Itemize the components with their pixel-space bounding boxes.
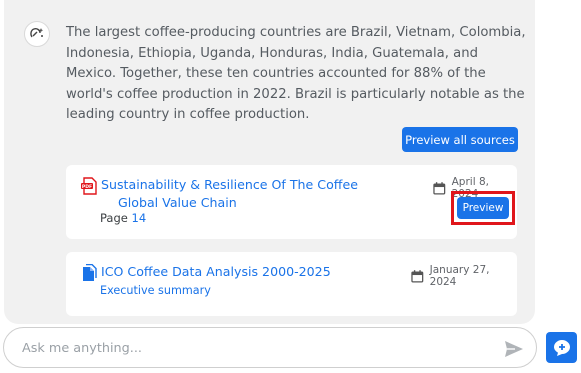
send-icon[interactable] [504, 340, 524, 358]
source-title-link[interactable]: ICO Coffee Data Analysis 2000-2025 [101, 263, 371, 281]
chat-panel: The largest coffee-producing countries a… [4, 0, 535, 324]
assistant-icon [30, 28, 44, 38]
page-reference: Page 14 [100, 211, 146, 225]
bot-avatar [24, 21, 50, 47]
new-chat-button[interactable] [546, 332, 577, 363]
calendar-icon [411, 269, 424, 282]
source-title-line2: Global Value Chain [118, 195, 237, 210]
preview-button[interactable]: Preview [457, 197, 509, 219]
assistant-message: The largest coffee-producing countries a… [66, 25, 526, 122]
source-title-line1: Sustainability & Resilience Of The Coffe… [101, 177, 358, 192]
source-card: ICO Coffee Data Analysis 2000-2025 Execu… [66, 252, 517, 316]
pdf-icon: PDF [81, 177, 97, 195]
highlight-box: Preview [451, 191, 515, 225]
page-number-link[interactable]: 14 [132, 211, 147, 225]
source-date: January 27, 2024 [411, 264, 517, 288]
source-title-link[interactable]: Sustainability & Resilience Of The Coffe… [101, 176, 371, 212]
chat-input[interactable] [22, 338, 482, 358]
svg-text:PDF: PDF [82, 184, 92, 190]
source-card: PDF Sustainability & Resilience Of The C… [66, 165, 517, 239]
calendar-icon [433, 181, 446, 194]
page-label: Page [100, 211, 128, 225]
preview-all-sources-button[interactable]: Preview all sources [402, 127, 518, 152]
chat-input-box [3, 327, 537, 368]
chat-plus-icon [553, 339, 570, 356]
document-icon [83, 264, 97, 281]
date-text: January 27, 2024 [429, 264, 490, 288]
source-section-link[interactable]: Executive summary [100, 284, 211, 297]
